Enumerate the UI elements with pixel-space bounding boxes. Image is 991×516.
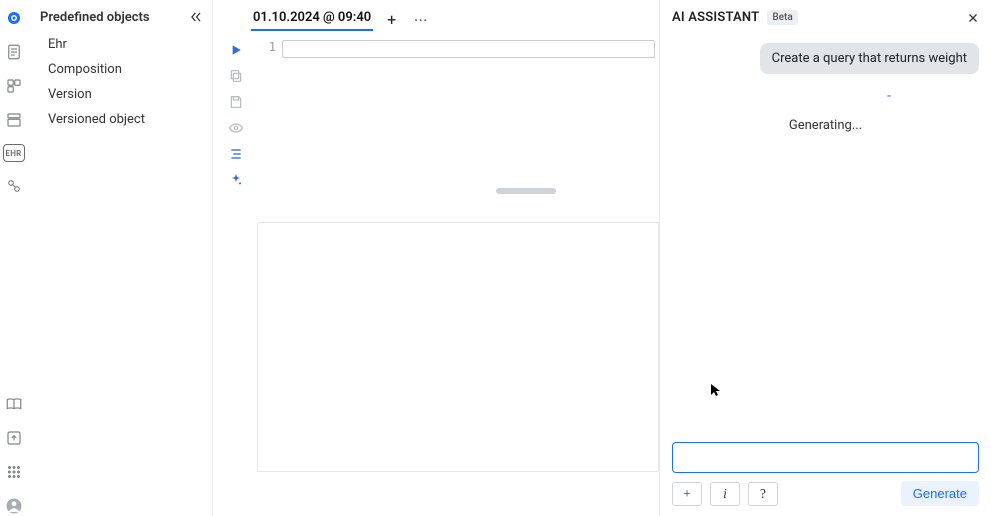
sidebar-header: Predefined objects [40, 8, 206, 26]
plus-icon: + [683, 486, 691, 502]
sidebar-item-composition[interactable]: Composition [40, 57, 206, 82]
format-button[interactable] [225, 144, 247, 164]
doc-icon[interactable] [4, 42, 24, 62]
assistant-help-button[interactable]: ? [748, 482, 778, 506]
assistant-close-button[interactable] [967, 12, 979, 24]
ehr-icon[interactable]: EHR [3, 144, 25, 162]
logo-icon[interactable] [4, 8, 24, 28]
assistant-typing-indicator: - [887, 88, 891, 104]
sidebar-item-label: Version [48, 87, 92, 102]
upload-icon[interactable] [4, 428, 24, 448]
collapse-sidebar-button[interactable] [186, 8, 206, 26]
folder-icon[interactable] [4, 110, 24, 130]
info-icon: i [723, 486, 727, 502]
line-gutter: 1 [252, 34, 282, 194]
editor-top: 1 [221, 34, 659, 194]
tab-bar: 01.10.2024 @ 09:40 + ··· [213, 0, 659, 33]
tab-menu-button[interactable]: ··· [410, 9, 432, 31]
generating-status: Generating... [789, 118, 862, 133]
run-button[interactable] [225, 40, 247, 60]
schema-icon[interactable] [4, 76, 24, 96]
assistant-header: AI ASSISTANT Beta [672, 10, 979, 25]
apps-icon[interactable] [4, 462, 24, 482]
user-icon[interactable] [4, 496, 24, 516]
results-panel [257, 222, 659, 472]
generate-label: Generate [913, 486, 967, 501]
copy-button[interactable] [225, 66, 247, 86]
sidebar-item-label: Ehr [48, 37, 67, 52]
line-number: 1 [252, 40, 276, 54]
sidebar-title: Predefined objects [40, 10, 150, 25]
assistant-info-button[interactable]: i [710, 482, 740, 506]
mouse-cursor-icon [710, 383, 722, 400]
help-icon: ? [760, 486, 766, 502]
sidebar-item-ehr[interactable]: Ehr [40, 32, 206, 57]
chat-area: Create a query that returns weight - Gen… [672, 25, 979, 442]
code-line[interactable] [282, 40, 655, 58]
generate-button[interactable]: Generate [901, 481, 979, 506]
tab-add-button[interactable]: + [383, 6, 400, 33]
code-area[interactable]: 1 [251, 34, 659, 194]
assistant-toolbar: + i ? Generate [672, 481, 979, 506]
assistant-panel: AI ASSISTANT Beta Create a query that re… [659, 0, 991, 516]
assistant-input-row: + i ? Generate [672, 442, 979, 506]
assistant-title: AI ASSISTANT [672, 10, 759, 25]
scroll-thumb[interactable] [496, 188, 556, 194]
beta-badge: Beta [767, 10, 797, 25]
assistant-add-button[interactable]: + [672, 482, 702, 506]
sidebar-item-label: Composition [48, 62, 122, 77]
book-icon[interactable] [4, 394, 24, 414]
visibility-button[interactable] [225, 118, 247, 138]
query-icon[interactable] [4, 176, 24, 196]
assistant-input[interactable] [672, 442, 979, 473]
editor-wrap: 1 [221, 34, 659, 516]
code-lines[interactable] [282, 34, 659, 194]
editor-toolbar [221, 34, 251, 194]
tab-active[interactable]: 01.10.2024 @ 09:40 [251, 8, 373, 31]
app-root: EHR Predefined objects Ehr Composition V… [0, 0, 991, 516]
tab-label: 01.10.2024 @ 09:40 [253, 10, 371, 25]
sidebar-item-version[interactable]: Version [40, 82, 206, 107]
sidebar-item-versioned-object[interactable]: Versioned object [40, 107, 206, 132]
user-message: Create a query that returns weight [760, 43, 979, 74]
main-area: 01.10.2024 @ 09:40 + ··· [212, 0, 659, 516]
icon-rail: EHR [0, 0, 28, 516]
save-button[interactable] [225, 92, 247, 112]
sidebar: Predefined objects Ehr Composition Versi… [28, 0, 212, 516]
ai-sparkle-button[interactable] [225, 170, 247, 190]
sidebar-item-label: Versioned object [48, 112, 145, 127]
